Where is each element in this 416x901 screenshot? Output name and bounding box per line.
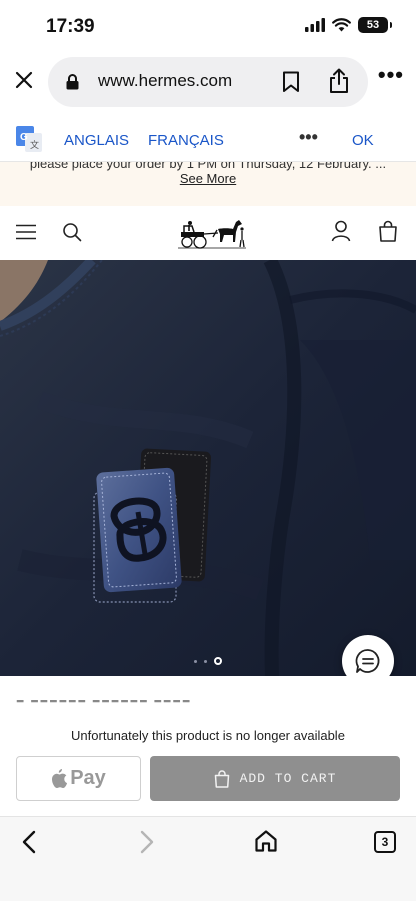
browser-more-icon[interactable]: ••• — [378, 64, 404, 86]
apple-logo-icon — [52, 769, 68, 788]
svg-text:G: G — [20, 132, 28, 143]
see-more-link[interactable]: See More — [0, 171, 416, 186]
product-photo — [0, 260, 416, 676]
carousel-dot[interactable] — [204, 659, 207, 663]
status-time: 17:39 — [46, 16, 95, 37]
product-image[interactable] — [0, 260, 416, 676]
search-icon[interactable] — [62, 222, 82, 242]
account-icon[interactable] — [331, 220, 351, 242]
announcement-banner: please place your order by 1 PM on Thurs… — [0, 162, 416, 206]
battery-indicator: 53 — [358, 17, 392, 33]
status-bar: 17:39 53 — [0, 0, 416, 52]
address-bar[interactable]: www.hermes.com — [48, 57, 368, 107]
share-icon[interactable] — [328, 68, 350, 94]
translate-more-icon[interactable]: ••• — [299, 128, 318, 146]
home-icon[interactable] — [254, 829, 278, 853]
hermes-carriage-logo[interactable] — [178, 215, 246, 251]
tab-count-button[interactable]: 3 — [374, 831, 396, 853]
add-to-cart-button[interactable]: ADD TO CART — [150, 756, 400, 801]
source-language-tab[interactable]: ANGLAIS — [64, 132, 129, 149]
target-language-tab[interactable]: FRANÇAIS — [148, 132, 224, 149]
apple-pay-button[interactable]: Pay — [16, 756, 141, 801]
carousel-dot-active[interactable] — [214, 657, 222, 665]
hamburger-menu-icon[interactable] — [16, 224, 36, 240]
bookmark-icon[interactable] — [282, 71, 300, 93]
announcement-text: please place your order by 1 PM on Thurs… — [29, 162, 387, 171]
unavailable-message: Unfortunately this product is no longer … — [71, 728, 345, 743]
svg-text:文: 文 — [30, 139, 39, 150]
cellular-signal-icon — [305, 18, 325, 32]
site-header — [0, 206, 416, 260]
forward-arrow-icon[interactable] — [136, 829, 156, 855]
browser-toolbar: www.hermes.com ••• — [0, 52, 416, 110]
apple-pay-label: Pay — [70, 767, 106, 789]
url-text: www.hermes.com — [98, 71, 233, 90]
chat-icon — [355, 649, 380, 673]
status-icons: 53 — [305, 17, 392, 33]
shopping-bag-icon — [214, 769, 229, 788]
browser-bottom-bar: 3 — [0, 816, 416, 901]
shopping-bag-icon[interactable] — [378, 220, 398, 242]
product-purchase-area: ■ ■■■■■■ ■■■■■■ ■■■■ Unfortunately this … — [0, 676, 416, 816]
wifi-icon — [332, 18, 351, 32]
add-to-cart-label: ADD TO CART — [239, 771, 337, 786]
carousel-dot[interactable] — [194, 659, 197, 663]
close-icon[interactable] — [8, 64, 40, 96]
translate-ok-button[interactable]: OK — [352, 132, 374, 149]
translate-bar: G 文 ANGLAIS FRANÇAIS ••• OK — [0, 112, 416, 162]
back-arrow-icon[interactable] — [20, 829, 40, 855]
product-title-cut: ■ ■■■■■■ ■■■■■■ ■■■■ — [16, 700, 256, 708]
google-translate-icon: G 文 — [16, 126, 42, 152]
lock-icon — [66, 74, 79, 90]
